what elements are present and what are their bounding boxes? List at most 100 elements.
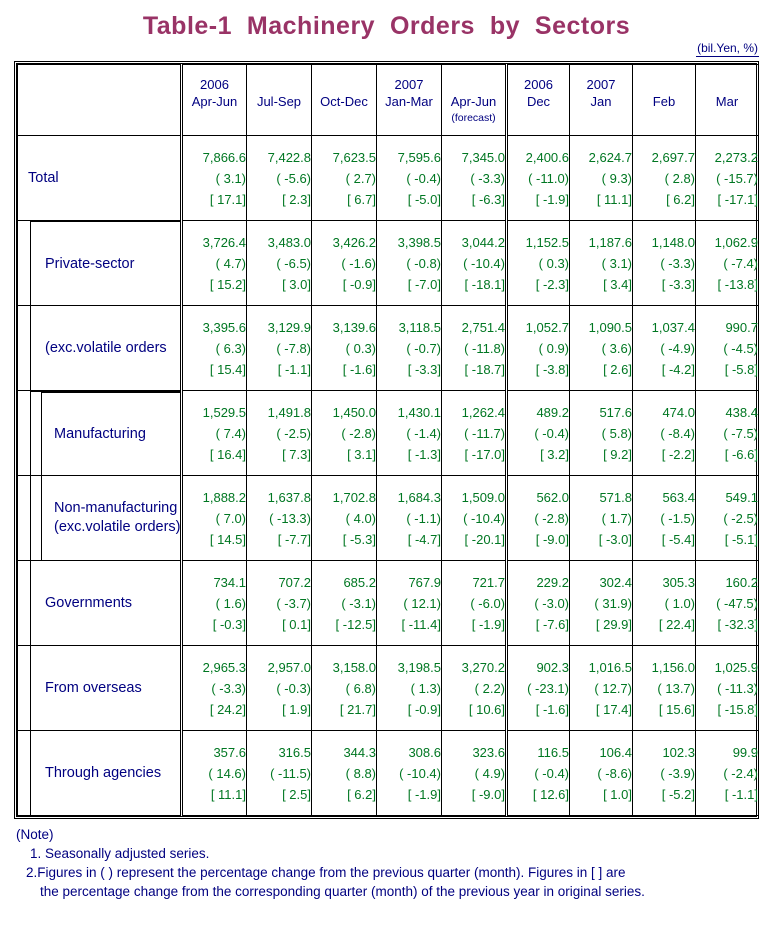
cell-value: 3,139.6	[332, 319, 376, 335]
cell-qoq-change: ( 4.9)	[474, 765, 505, 781]
cell-value: 3,726.4	[202, 234, 246, 250]
row-label-cell: Manufacturing	[17, 390, 182, 476]
header-year-4	[442, 76, 505, 93]
cell-yoy-change: [ 24.2]	[209, 701, 246, 717]
cell-yoy-change: [ -7.0]	[407, 276, 441, 292]
data-cell: 3,483.0 ( -6.5) [ 3.0]	[246, 220, 312, 306]
cell-qoq-change: ( -3.7)	[276, 595, 311, 611]
data-cell: 3,118.5 ( -0.7) [ -3.3]	[376, 305, 442, 391]
row-label-cell: Governments	[17, 560, 182, 646]
cell-qoq-change: ( -11.8)	[464, 340, 505, 356]
table-row: Private-sector 3,726.4( 4.7)[ 15.2] 3,483.…	[17, 220, 759, 306]
data-cell: 1,148.0 ( -3.3) [ -3.3]	[632, 220, 696, 306]
cell-qoq-change: ( 0.9)	[538, 340, 569, 356]
header-sub-4: (forecast)	[451, 112, 496, 124]
data-cell: 305.3 ( 1.0) [ 22.4]	[632, 560, 696, 646]
table-row: (exc.volatile orders 3,395.6 ( 6.3) [ 15.4]…	[17, 305, 759, 391]
cell-qoq-change: ( 1.7)	[601, 510, 632, 526]
cell-value: 323.6	[472, 744, 505, 760]
cell-value: 474.0	[662, 404, 695, 420]
table-row: Governments 734.1 ( 1.6) [ -0.3] 707.2 ( -3.7…	[17, 560, 759, 646]
data-cell: 2,400.6 ( -11.0) [ -1.9]	[505, 135, 570, 221]
data-cell: 1,491.8 ( -2.5) [ 7.3]	[246, 390, 312, 476]
data-cell: 116.5 ( -0.4) [ 12.6]	[505, 730, 570, 816]
cell-yoy-change: [ -13.8]	[717, 276, 758, 292]
cell-qoq-change: ( -11.7)	[464, 425, 505, 441]
header-year-1	[247, 76, 311, 93]
cell-qoq-change: ( -0.4)	[534, 425, 569, 441]
cell-value: 1,450.0	[332, 404, 376, 420]
notes-heading: (Note)	[16, 827, 54, 842]
data-cell: 3,139.6 ( 0.3) [ -1.6]	[311, 305, 377, 391]
cell-value: 1,684.3	[397, 489, 441, 505]
data-cell: 302.4 ( 31.9) [ 29.9]	[569, 560, 633, 646]
cell-qoq-change: ( -0.4)	[534, 765, 569, 781]
data-cell: 1,529.5 ( 7.4) [ 16.4]	[180, 390, 247, 476]
table-row: Non-manufacturing (exc.volatile orders) 1,…	[17, 475, 759, 561]
cell-qoq-change: ( -0.3)	[276, 680, 311, 696]
header-period-6: Jan	[590, 94, 612, 109]
row-label-line1: (exc.volatile orders	[45, 340, 167, 356]
cell-value: 1,529.5	[202, 404, 246, 420]
cell-qoq-change: ( -10.4)	[399, 765, 441, 781]
cell-qoq-change: ( -11.0)	[528, 170, 569, 186]
data-cell: 1,062.9 ( -7.4) [ -13.8]	[695, 220, 759, 306]
cell-value: 99.9	[732, 744, 758, 760]
data-cell: 549.1 ( -2.5) [ -5.1]	[695, 475, 759, 561]
cell-value: 302.4	[599, 574, 632, 590]
cell-yoy-change: [ 17.1]	[209, 191, 246, 207]
cell-qoq-change: ( 12.1)	[403, 595, 441, 611]
header-sub-8	[696, 110, 758, 124]
cell-qoq-change: ( -15.7)	[716, 170, 758, 186]
cell-value: 1,637.8	[267, 489, 311, 505]
data-cell: 3,270.2 ( 2.2) [ 10.6]	[441, 645, 507, 731]
header-sub-1	[247, 110, 311, 124]
note-line-2: 2.Figures in ( ) represent the percentag…	[26, 865, 626, 880]
unit-note-row: (bil.Yen, %)	[0, 41, 773, 61]
data-cell: 1,025.9 ( -11.3) [ -15.8]	[695, 645, 759, 731]
cell-qoq-change: ( 0.3)	[538, 255, 569, 271]
row-label: Governments	[31, 595, 132, 611]
cell-qoq-change: ( -3.9)	[660, 765, 695, 781]
data-cell: 160.2 ( -47.5) [ -32.3]	[695, 560, 759, 646]
cell-yoy-change: [ -5.0]	[407, 191, 441, 207]
cell-qoq-change: ( -0.7)	[406, 340, 441, 356]
data-cell: 562.0 ( -2.8) [ -9.0]	[505, 475, 570, 561]
cell-value: 1,888.2	[202, 489, 246, 505]
cell-yoy-change: [ -17.1]	[717, 191, 758, 207]
cell-yoy-change: [ -2.3]	[535, 276, 569, 292]
row-label-line1: Through agencies	[45, 765, 162, 781]
cell-value: 1,152.5	[525, 234, 569, 250]
cell-qoq-change: ( -11.5)	[270, 765, 311, 781]
cell-qoq-change: ( 2.2)	[474, 680, 505, 696]
cell-value: 3,044.2	[461, 234, 505, 250]
data-cell: 721.7 ( -6.0) [ -1.9]	[441, 560, 507, 646]
cell-qoq-change: ( -5.6)	[276, 170, 311, 186]
cell-value: 316.5	[278, 744, 311, 760]
cell-value: 3,118.5	[398, 319, 441, 335]
data-cell: 1,684.3 ( -1.1) [ -4.7]	[376, 475, 442, 561]
cell-qoq-change: ( -2.5)	[723, 510, 758, 526]
data-cell: 734.1 ( 1.6) [ -0.3]	[180, 560, 247, 646]
cell-value: 1,090.5	[588, 319, 632, 335]
cell-value: 902.3	[536, 659, 569, 675]
data-cell: 7,866.6 ( 3.1) [ 17.1]	[180, 135, 247, 221]
row-label-line1: From overseas	[45, 680, 142, 696]
cell-value: 1,025.9	[714, 659, 758, 675]
header-year-8	[696, 76, 758, 93]
data-cell: 99.9 ( -2.4) [ -1.1]	[695, 730, 759, 816]
row-label-line1: Non-manufacturing	[54, 500, 178, 516]
header-year-0: 2006	[200, 77, 229, 92]
table-row: Manufacturing 1,529.5( 7.4)[ 16.4] 1,491.8…	[17, 390, 759, 476]
cell-yoy-change: [ 22.4]	[658, 616, 695, 632]
cell-yoy-change: [ -11.4]	[401, 616, 441, 632]
header-col-2: Oct-Dec	[311, 64, 377, 136]
cell-qoq-change: ( -3.3)	[211, 680, 246, 696]
cell-qoq-change: ( -7.4)	[723, 255, 758, 271]
cell-yoy-change: [ -6.3]	[471, 191, 505, 207]
data-cell: 2,957.0 ( -0.3) [ 1.9]	[246, 645, 312, 731]
cell-yoy-change: [ -5.1]	[724, 531, 758, 547]
cell-value: 2,624.7	[588, 149, 632, 165]
note-line-1: 1. Seasonally adjusted series.	[30, 846, 210, 861]
row-label-line1: Manufacturing	[54, 426, 146, 442]
